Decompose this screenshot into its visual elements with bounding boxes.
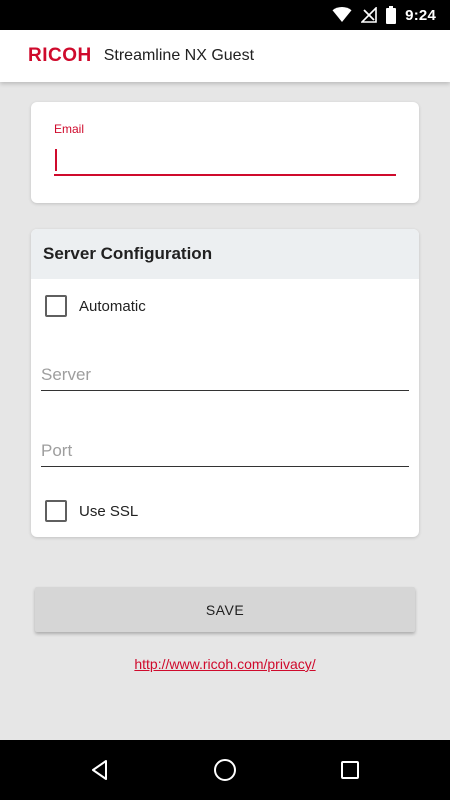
recents-button[interactable]: [335, 755, 365, 785]
use-ssl-label: Use SSL: [79, 502, 139, 520]
save-button[interactable]: SAVE: [35, 587, 415, 632]
server-configuration-header: Server Configuration: [31, 229, 419, 279]
navigation-bar: [0, 740, 450, 800]
privacy-link[interactable]: http://www.ricoh.com/privacy/: [0, 656, 450, 672]
status-bar: 9:24: [0, 0, 450, 30]
automatic-label: Automatic: [79, 297, 146, 315]
home-icon: [214, 759, 236, 781]
use-ssl-checkbox[interactable]: Use SSL: [45, 499, 138, 523]
status-time: 9:24: [405, 6, 436, 24]
use-ssl-checkbox-box[interactable]: [45, 500, 67, 522]
back-icon: [92, 760, 107, 780]
email-label: Email: [54, 122, 85, 136]
brand-logo: RICOH: [28, 45, 92, 66]
wifi-icon: [332, 7, 352, 22]
email-input[interactable]: [54, 142, 396, 176]
automatic-checkbox-box[interactable]: [45, 295, 67, 317]
back-button[interactable]: [85, 755, 115, 785]
automatic-checkbox[interactable]: Automatic: [45, 294, 146, 318]
app-bar: RICOH Streamline NX Guest: [0, 30, 450, 82]
server-configuration-card: Server Configuration Automatic Use SSL: [31, 229, 419, 537]
email-card: Email: [31, 102, 419, 203]
text-cursor: [55, 149, 57, 171]
no-signal-icon: [361, 7, 377, 23]
status-icons: 9:24: [332, 5, 436, 25]
battery-icon: [386, 6, 397, 24]
server-configuration-title: Server Configuration: [43, 244, 213, 263]
port-input[interactable]: [41, 435, 409, 467]
recents-icon: [341, 761, 359, 779]
server-input[interactable]: [41, 359, 409, 391]
home-button[interactable]: [210, 755, 240, 785]
app-title: Streamline NX Guest: [103, 47, 255, 64]
